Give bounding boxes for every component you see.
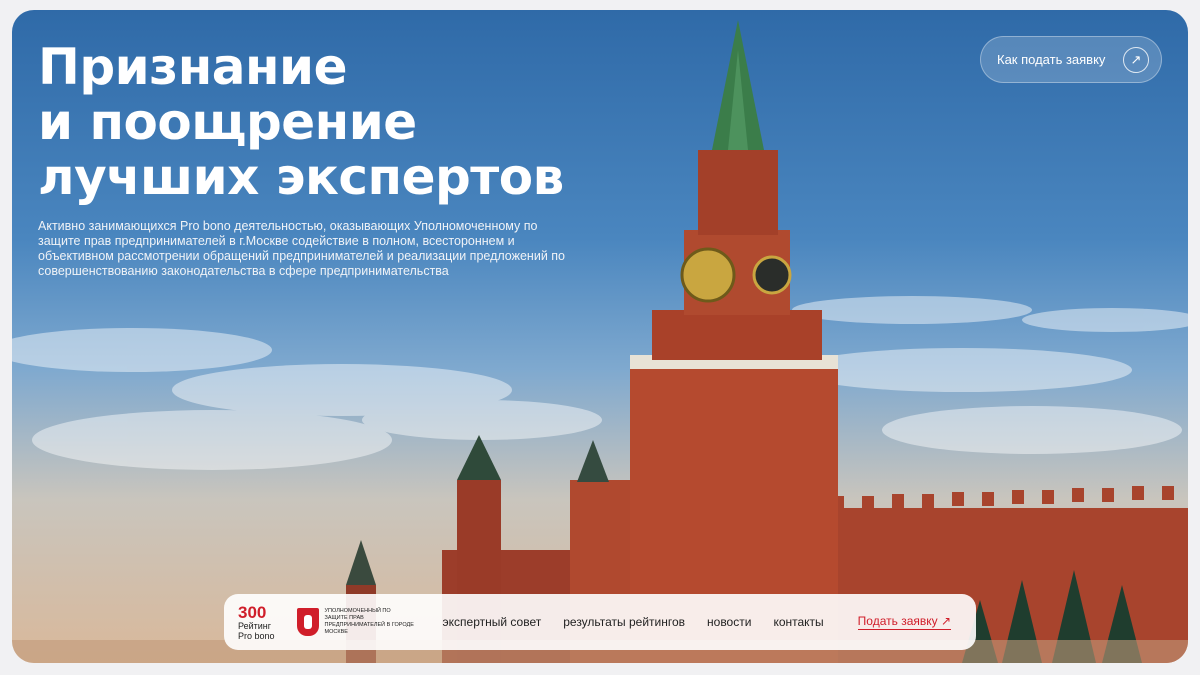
logo-line: Pro bono	[238, 630, 275, 641]
bottom-navbar: 300 Рейтинг Pro bono Уполномоченный по з…	[224, 594, 976, 650]
nav-link-expert-council[interactable]: экспертный совет	[443, 615, 542, 629]
how-to-apply-button[interactable]: Как подать заявку ↗	[980, 36, 1162, 83]
submit-application-label: Подать заявку	[857, 614, 938, 628]
how-to-apply-label: Как подать заявку	[997, 52, 1106, 67]
nav-link-rating-results[interactable]: результаты рейтингов	[563, 615, 685, 629]
submit-application-link[interactable]: Подать заявку ↗	[857, 614, 952, 630]
logo-number: 300	[238, 602, 267, 622]
title-line: Признание	[38, 38, 348, 96]
title-line: и поощрение	[38, 93, 417, 151]
hero-content: Признание и поощрение лучших экспертов А…	[38, 40, 598, 279]
arrow-up-right-icon: ↗	[940, 614, 952, 628]
logo-line: Рейтинг	[238, 620, 272, 631]
title-line: лучших экспертов	[38, 148, 564, 206]
page-title: Признание и поощрение лучших экспертов	[38, 40, 598, 205]
arrow-up-right-icon: ↗	[1123, 46, 1149, 73]
nav-link-contacts[interactable]: контакты	[773, 615, 823, 629]
hero-description: Активно занимающихся Pro bono деятельнос…	[38, 219, 565, 278]
rating-logo[interactable]: 300 Рейтинг Pro bono	[238, 604, 275, 641]
ombudsman-logo-text: Уполномоченный по защите прав предприним…	[324, 608, 414, 635]
hero-banner: Признание и поощрение лучших экспертов А…	[12, 10, 1188, 663]
nav-link-news[interactable]: новости	[707, 615, 751, 629]
moscow-emblem-icon	[296, 608, 319, 636]
